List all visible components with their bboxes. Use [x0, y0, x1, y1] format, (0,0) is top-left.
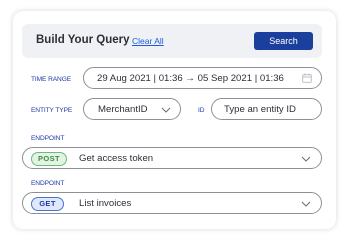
chevron-down-icon — [301, 201, 311, 207]
endpoint-select-2[interactable]: GET List invoices — [22, 192, 322, 214]
entity-id-label: ID — [198, 107, 205, 114]
endpoint-name: Get access token — [79, 153, 154, 164]
endpoint-name: List invoices — [79, 198, 132, 209]
endpoint-select-1[interactable]: POST Get access token — [22, 147, 322, 169]
endpoint-label: ENDPOINT — [31, 135, 65, 142]
endpoint-label: ENDPOINT — [31, 180, 65, 187]
entity-id-input[interactable]: Type an entity ID — [211, 98, 322, 120]
entity-type-value: MerchantID — [98, 104, 148, 115]
get-method-badge: GET — [31, 197, 64, 211]
post-method-badge: POST — [31, 152, 67, 166]
entity-id-placeholder: Type an entity ID — [224, 104, 296, 115]
time-range-picker[interactable]: 29 Aug 2021 | 01:36 → 05 Sep 2021 | 01:3… — [83, 67, 322, 89]
search-button[interactable]: Search — [254, 32, 313, 50]
entity-type-label: ENTITY TYPE — [31, 107, 73, 114]
entity-type-select[interactable]: MerchantID — [83, 98, 181, 120]
chevron-down-icon — [161, 107, 171, 113]
calendar-icon[interactable] — [302, 73, 312, 83]
query-header: Build Your Query Clear All Search — [22, 24, 322, 58]
clear-all-link[interactable]: Clear All — [132, 36, 164, 46]
query-title: Build Your Query — [36, 34, 130, 46]
time-range-value: 29 Aug 2021 | 01:36 → 05 Sep 2021 | 01:3… — [97, 73, 284, 84]
time-range-label: TIME RANGE — [31, 76, 72, 83]
chevron-down-icon — [301, 156, 311, 162]
